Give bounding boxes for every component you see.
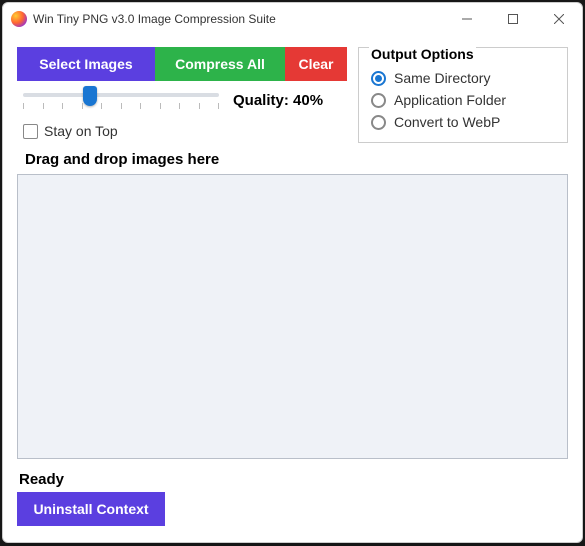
output-options-group: Output Options Same Directory Applicatio…: [358, 47, 568, 143]
radio-label: Convert to WebP: [394, 114, 500, 130]
select-images-button[interactable]: Select Images: [17, 47, 155, 81]
quality-label: Quality: 40%: [233, 92, 323, 109]
drag-drop-label: Drag and drop images here: [25, 151, 568, 168]
app-icon: [11, 11, 27, 27]
uninstall-context-button[interactable]: Uninstall Context: [17, 492, 165, 526]
stay-on-top-label: Stay on Top: [44, 123, 118, 139]
radio-icon: [371, 93, 386, 108]
radio-icon: [371, 71, 386, 86]
compress-all-button[interactable]: Compress All: [155, 47, 285, 81]
clear-button[interactable]: Clear: [285, 47, 347, 81]
app-window: Win Tiny PNG v3.0 Image Compression Suit…: [2, 2, 583, 543]
radio-label: Same Directory: [394, 70, 490, 86]
content-area: Select Images Compress All Clear Quality…: [3, 35, 582, 542]
radio-label: Application Folder: [394, 92, 506, 108]
close-button[interactable]: [536, 3, 582, 35]
quality-slider[interactable]: [23, 87, 219, 119]
window-title: Win Tiny PNG v3.0 Image Compression Suit…: [33, 12, 444, 26]
output-options-title: Output Options: [369, 46, 476, 62]
radio-convert-webp[interactable]: Convert to WebP: [371, 114, 555, 130]
radio-application-folder[interactable]: Application Folder: [371, 92, 555, 108]
radio-same-directory[interactable]: Same Directory: [371, 70, 555, 86]
radio-icon: [371, 115, 386, 130]
maximize-button[interactable]: [490, 3, 536, 35]
stay-on-top-checkbox[interactable]: [23, 124, 38, 139]
status-text: Ready: [19, 471, 568, 488]
titlebar[interactable]: Win Tiny PNG v3.0 Image Compression Suit…: [3, 3, 582, 35]
drop-zone[interactable]: [17, 174, 568, 459]
minimize-button[interactable]: [444, 3, 490, 35]
